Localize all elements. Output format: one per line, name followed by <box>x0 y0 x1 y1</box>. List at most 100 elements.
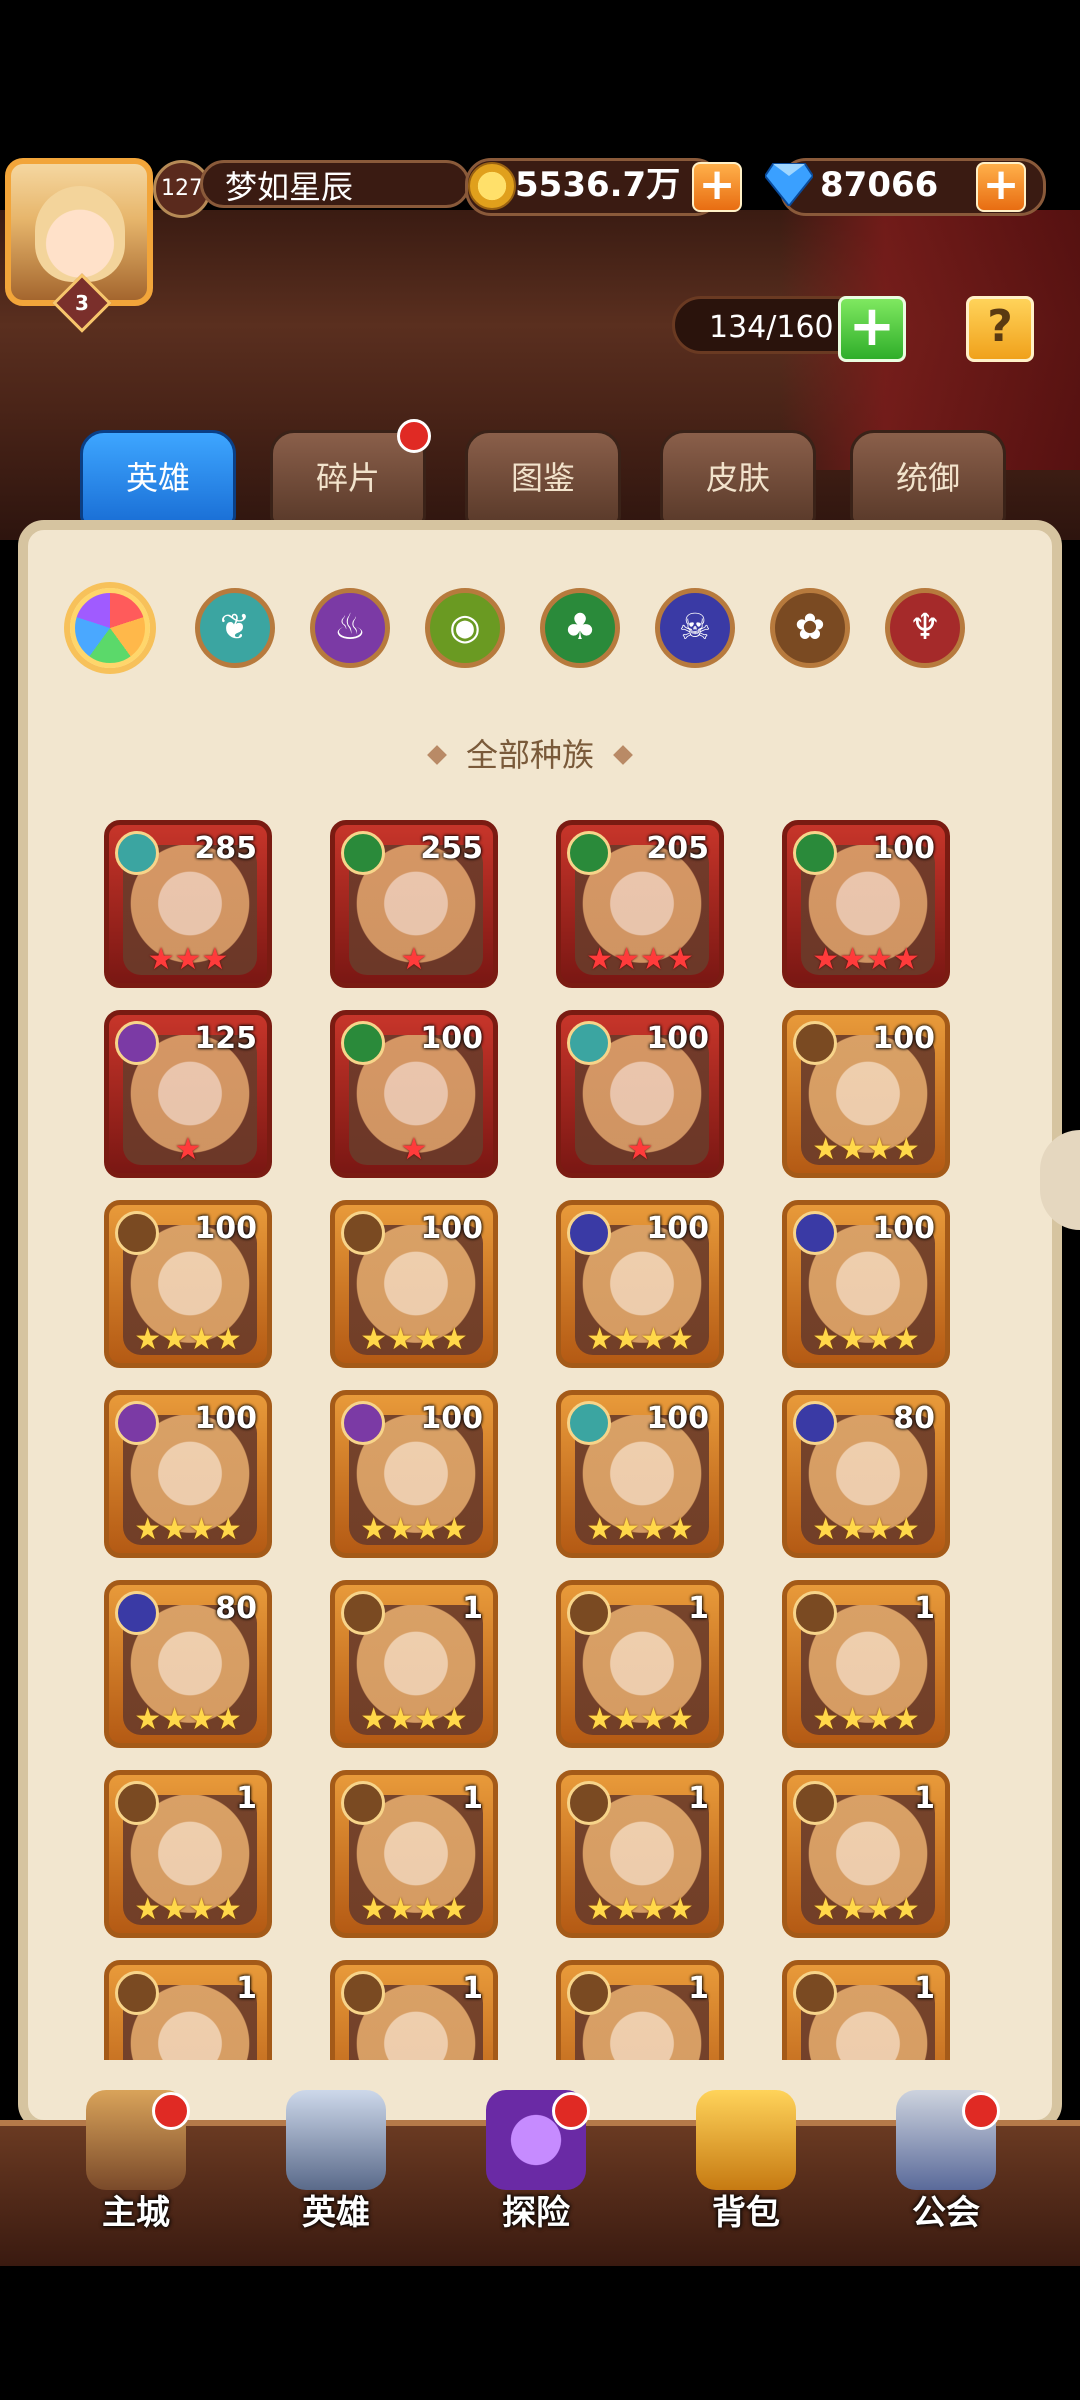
hero-card[interactable]: 100 ★★★★ <box>104 1200 272 1368</box>
hero-stars: ★★★★ <box>360 1322 468 1357</box>
hero-level: 100 <box>872 831 935 866</box>
hero-card[interactable]: 1 ★★★★ <box>556 1770 724 1938</box>
notification-dot <box>962 2092 1000 2130</box>
fortress-icon[interactable]: ◉ <box>425 588 505 668</box>
shadow-glyph: ♨ <box>333 607 367 648</box>
hero-card[interactable]: 80 ★★★★ <box>104 1580 272 1748</box>
hero-card[interactable]: 1 ★★★★ <box>330 1580 498 1748</box>
hero-stars: ★★★★ <box>586 1322 694 1357</box>
hero-card[interactable]: 100 ★★★★ <box>104 1390 272 1558</box>
hero-level: 1 <box>688 1781 709 1816</box>
race-icon <box>567 1401 611 1445</box>
nav-guild-label: 公会 <box>912 2193 980 2233</box>
hero-level: 100 <box>646 1021 709 1056</box>
hero-stars: ★★★★ <box>586 1512 694 1547</box>
dark-icon[interactable]: ♆ <box>885 588 965 668</box>
hero-card[interactable]: 1 ★★★★ <box>556 1580 724 1748</box>
hero-level: 1 <box>914 1591 935 1626</box>
nav-main-city[interactable]: 主城 <box>56 2080 216 2250</box>
hero-level: 100 <box>646 1401 709 1436</box>
notification-dot <box>552 2092 590 2130</box>
hero-card[interactable]: 1 <box>330 1960 498 2060</box>
hero-card[interactable]: 1 ★★★★ <box>330 1770 498 1938</box>
race-icon <box>341 1401 385 1445</box>
player-avatar[interactable]: 3 <box>5 158 153 333</box>
nav-guild[interactable]: 公会 <box>866 2080 1026 2250</box>
hero-card[interactable]: 255 ★ <box>330 820 498 988</box>
hero-card[interactable]: 100 ★★★★ <box>782 1200 950 1368</box>
dark-glyph: ♆ <box>908 607 942 648</box>
hero-level: 100 <box>420 1211 483 1246</box>
hero-stars: ★★★★ <box>134 1322 242 1357</box>
tab-command-label: 统御 <box>895 459 960 497</box>
abyss-icon[interactable]: ☠ <box>655 588 735 668</box>
hero-stars: ★★★★ <box>586 1702 694 1737</box>
add-gold-button[interactable]: + <box>692 162 742 212</box>
hero-card[interactable]: 100 ★★★★ <box>556 1390 724 1558</box>
race-icon <box>115 1971 159 2015</box>
race-icon <box>115 1021 159 1065</box>
hero-card[interactable]: 1 <box>104 1960 272 2060</box>
hero-level: 100 <box>872 1021 935 1056</box>
all-races-icon[interactable] <box>70 588 150 668</box>
hero-card[interactable]: 1 <box>782 1960 950 2060</box>
hero-level: 1 <box>462 1781 483 1816</box>
hero-level: 1 <box>914 1781 935 1816</box>
hero-stars: ★★★★ <box>360 1702 468 1737</box>
hero-card[interactable]: 285 ★★★ <box>104 820 272 988</box>
hero-stars: ★★★★ <box>812 1322 920 1357</box>
nav-heroes[interactable]: 英雄 <box>256 2080 416 2250</box>
hero-level: 255 <box>420 831 483 866</box>
race-icon <box>793 831 837 875</box>
hero-stars: ★★★★ <box>360 1512 468 1547</box>
tab-heroes[interactable]: 英雄 <box>80 430 236 526</box>
race-icon <box>567 831 611 875</box>
hero-stars: ★★★★ <box>812 1132 920 1167</box>
shadow-icon[interactable]: ♨ <box>310 588 390 668</box>
light-icon[interactable]: ✿ <box>770 588 850 668</box>
hero-card[interactable]: 1 ★★★★ <box>782 1770 950 1938</box>
forest-icon[interactable]: ❦ <box>195 588 275 668</box>
race-icon <box>793 1021 837 1065</box>
race-icon <box>115 831 159 875</box>
hero-card[interactable]: 100 ★★★★ <box>330 1390 498 1558</box>
help-button[interactable]: ? <box>966 296 1034 362</box>
nav-explore[interactable]: 探险 <box>456 2080 616 2250</box>
hero-card[interactable]: 100 ★ <box>556 1010 724 1178</box>
expand-slots-button[interactable]: + <box>838 296 906 362</box>
tab-command[interactable]: 统御 <box>850 430 1006 526</box>
hero-card[interactable]: 1 ★★★★ <box>782 1580 950 1748</box>
abyss-glyph: ☠ <box>678 607 712 648</box>
tab-skins[interactable]: 皮肤 <box>660 430 816 526</box>
hero-card[interactable]: 1 <box>556 1960 724 2060</box>
hero-stars: ★★★★ <box>586 1892 694 1927</box>
hero-card[interactable]: 100 ★★★★ <box>782 820 950 988</box>
hero-level: 1 <box>236 1971 257 2006</box>
race-icon <box>341 1591 385 1635</box>
hero-card[interactable]: 205 ★★★★ <box>556 820 724 988</box>
notification-dot <box>397 419 431 453</box>
backpack-icon <box>696 2090 796 2190</box>
nav-backpack[interactable]: 背包 <box>666 2080 826 2250</box>
hero-card[interactable]: 1 ★★★★ <box>104 1770 272 1938</box>
hero-level: 1 <box>462 1971 483 2006</box>
gold-coin-icon <box>468 162 516 210</box>
nature-icon[interactable]: ♣ <box>540 588 620 668</box>
race-icon <box>793 1401 837 1445</box>
hero-stars: ★★★★ <box>812 942 920 977</box>
hero-level: 1 <box>236 1781 257 1816</box>
tab-fragments[interactable]: 碎片 <box>270 419 431 526</box>
hero-level: 80 <box>893 1401 935 1436</box>
hero-card[interactable]: 100 ★★★★ <box>330 1200 498 1368</box>
hero-stars: ★★★★ <box>134 1512 242 1547</box>
hero-card[interactable]: 80 ★★★★ <box>782 1390 950 1558</box>
hero-card[interactable]: 125 ★ <box>104 1010 272 1178</box>
hero-card[interactable]: 100 ★ <box>330 1010 498 1178</box>
hero-level: 285 <box>194 831 257 866</box>
tab-collection[interactable]: 图鉴 <box>465 430 621 526</box>
hero-level: 205 <box>646 831 709 866</box>
hero-card[interactable]: 100 ★★★★ <box>782 1010 950 1178</box>
hero-card[interactable]: 100 ★★★★ <box>556 1200 724 1368</box>
add-gems-button[interactable]: + <box>976 162 1026 212</box>
hero-level: 100 <box>194 1401 257 1436</box>
